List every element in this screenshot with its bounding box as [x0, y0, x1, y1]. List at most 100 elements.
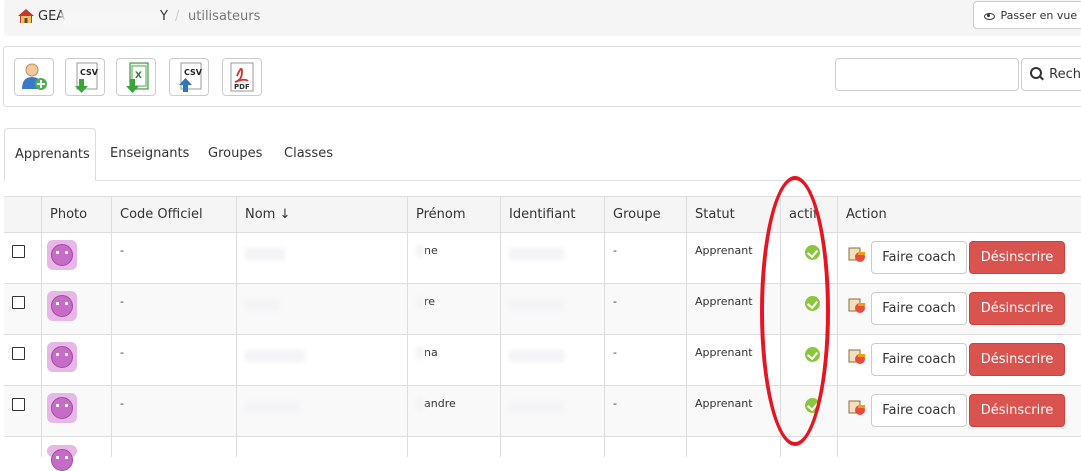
make-coach-button[interactable]: Faire coach [871, 394, 967, 427]
actif-cell [780, 386, 837, 436]
header-statut[interactable]: Statut [686, 197, 780, 233]
code-cell: - [111, 386, 236, 436]
redacted-text [509, 350, 564, 362]
groupe-cell: - [604, 233, 686, 283]
preview-mode-button[interactable]: Passer en vue ap [973, 1, 1081, 29]
identifiant-cell [500, 335, 604, 385]
actif-cell [780, 437, 837, 457]
action-cell: Faire coach Désinscrire [837, 335, 1081, 385]
statut-cell: Apprenant [686, 284, 780, 334]
user-tools-icon[interactable] [848, 296, 866, 314]
groupe-cell: - [604, 335, 686, 385]
search-input[interactable] [835, 58, 1019, 91]
import-csv-button[interactable]: CSV [169, 58, 209, 96]
photo-cell [41, 437, 111, 457]
prenom-text: ne [424, 244, 438, 257]
identifiant-cell [500, 284, 604, 334]
redacted-text [416, 398, 424, 410]
active-check-icon[interactable] [805, 398, 820, 413]
select-cell [4, 233, 41, 283]
header-identifiant[interactable]: Identifiant [500, 197, 604, 233]
statut-cell: Apprenant [686, 335, 780, 385]
table-header: Photo Code Officiel Nom ↓ Prénom Identif… [4, 196, 1081, 233]
header-code-officiel[interactable]: Code Officiel [111, 197, 236, 233]
export-pdf-button[interactable]: PDF [222, 58, 262, 96]
breadcrumb-current: utilisateurs [188, 9, 260, 24]
home-icon[interactable] [18, 9, 34, 23]
prenom-cell: na [407, 335, 500, 385]
make-coach-button[interactable]: Faire coach [871, 292, 967, 325]
redacted-text [245, 299, 280, 311]
row-checkbox[interactable] [12, 347, 25, 360]
groupe-cell: - [604, 284, 686, 334]
nom-cell [236, 437, 407, 457]
pdf-export-icon: PDF [227, 62, 257, 94]
breadcrumb-root-end[interactable]: Y [160, 9, 168, 24]
user-tools-icon[interactable] [848, 347, 866, 365]
actif-cell [780, 284, 837, 334]
header-photo: Photo [41, 197, 111, 233]
identifiant-cell [500, 437, 604, 457]
unsubscribe-button[interactable]: Désinscrire [969, 343, 1065, 376]
header-groupe[interactable]: Groupe [604, 197, 686, 233]
avatar [47, 291, 77, 321]
eye-icon [984, 13, 995, 20]
action-cell: Faire coach Désinscrire [837, 386, 1081, 436]
redacted-text [416, 347, 424, 359]
preview-label: Passer en vue ap [1001, 9, 1081, 22]
table-row: - re - Apprenant Faire coach Désinscrire [4, 284, 1081, 335]
svg-text:CSV: CSV [184, 68, 203, 77]
identifiant-cell [500, 386, 604, 436]
redacted-text [416, 296, 424, 308]
unsubscribe-button[interactable]: Désinscrire [969, 241, 1065, 274]
redacted-text [509, 299, 564, 311]
make-coach-button[interactable]: Faire coach [871, 241, 967, 274]
row-checkbox[interactable] [12, 398, 25, 411]
breadcrumb: GEA Y / utilisateurs [4, 0, 1081, 36]
row-checkbox[interactable] [12, 245, 25, 258]
nom-cell [236, 386, 407, 436]
header-prenom[interactable]: Prénom [407, 197, 500, 233]
tab-apprenants[interactable]: Apprenants [4, 128, 96, 181]
photo-cell [41, 284, 111, 334]
avatar [47, 445, 77, 457]
svg-text:PDF: PDF [234, 83, 250, 91]
redacted-text [245, 401, 300, 413]
export-csv-button[interactable]: CSV [65, 58, 105, 96]
search-icon [1030, 67, 1042, 79]
active-check-icon[interactable] [805, 245, 820, 260]
unsubscribe-button[interactable]: Désinscrire [969, 394, 1065, 427]
search-button-label: Reche [1049, 67, 1081, 82]
user-tools-icon[interactable] [848, 398, 866, 416]
code-cell: - [111, 335, 236, 385]
code-cell: - [111, 284, 236, 334]
avatar [47, 342, 77, 372]
header-nom[interactable]: Nom ↓ [236, 197, 407, 233]
groupe-cell: - [604, 386, 686, 436]
tab-enseignants[interactable]: Enseignants [100, 128, 199, 180]
action-cell: Faire coach Désinscrire [837, 284, 1081, 334]
avatar [47, 393, 77, 423]
header-actif[interactable]: actif [780, 197, 837, 233]
avatar [47, 240, 77, 270]
export-excel-button[interactable]: X [116, 58, 156, 96]
row-checkbox[interactable] [12, 296, 25, 309]
active-check-icon[interactable] [805, 296, 820, 311]
excel-export-icon: X [121, 62, 151, 94]
tab-classes[interactable]: Classes [274, 128, 343, 180]
svg-text:X: X [135, 71, 142, 81]
toolbar: CSV X CSV PDF Reche [3, 46, 1081, 107]
groupe-cell [604, 437, 686, 457]
add-user-button[interactable] [14, 58, 54, 96]
search-button[interactable]: Reche [1021, 58, 1081, 91]
tab-groupes[interactable]: Groupes [198, 128, 272, 180]
select-cell [4, 386, 41, 436]
user-tools-icon[interactable] [848, 245, 866, 263]
actif-cell [780, 335, 837, 385]
nom-cell [236, 233, 407, 283]
unsubscribe-button[interactable]: Désinscrire [969, 292, 1065, 325]
action-cell: Faire coach Désinscrire [837, 233, 1081, 283]
active-check-icon[interactable] [805, 347, 820, 362]
make-coach-button[interactable]: Faire coach [871, 343, 967, 376]
nom-cell [236, 335, 407, 385]
